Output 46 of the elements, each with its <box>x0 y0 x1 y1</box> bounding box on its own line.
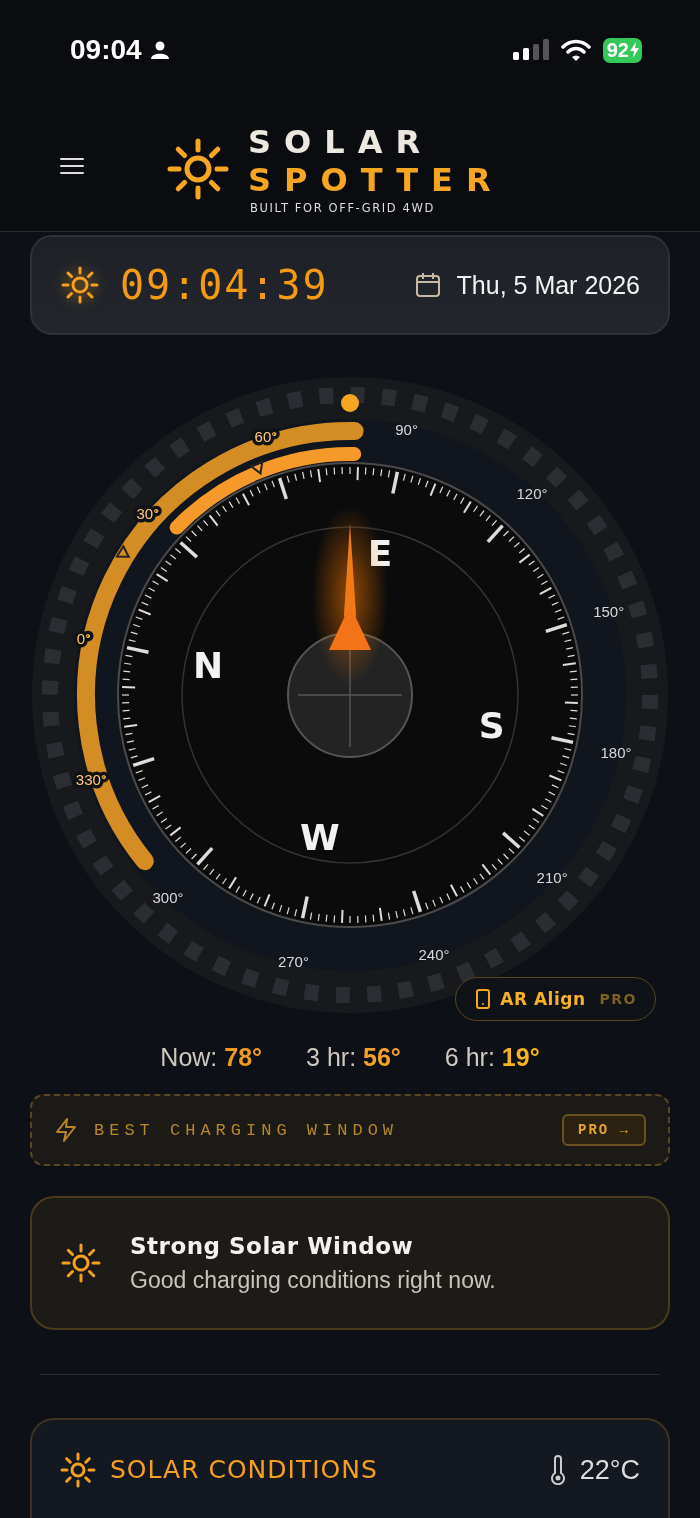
elevation-forecast: 3 hr: 56° <box>306 1043 401 1072</box>
sun-icon <box>60 265 100 305</box>
degree-label: 90° <box>395 420 418 438</box>
sun-icon <box>166 136 230 201</box>
logo-title: SPOTTER <box>248 160 504 199</box>
best-window-label: BEST CHARGING WINDOW <box>94 1120 399 1140</box>
clock-time: 09:04:39 <box>120 262 329 308</box>
signal-icon <box>512 39 549 61</box>
phone-icon <box>476 989 491 1009</box>
alert-title: Strong Solar Window <box>130 1232 415 1259</box>
degree-label: 120° <box>516 484 548 502</box>
person-icon <box>149 40 170 60</box>
cardinal-label: E <box>367 533 393 575</box>
date-text: Thu, 5 Mar 2026 <box>456 270 640 300</box>
degree-label: 300° <box>152 889 184 907</box>
battery-indicator: 92 <box>602 37 642 63</box>
best-window-banner[interactable]: BEST CHARGING WINDOW PRO → <box>30 1094 670 1166</box>
sun-icon <box>60 1452 96 1488</box>
logo-title: SOLAR <box>248 122 435 161</box>
sun-dot <box>341 394 359 412</box>
temperature-text: 22°C <box>579 1454 640 1487</box>
cardinal-label: S <box>478 705 505 747</box>
sun-icon <box>60 1242 102 1284</box>
elevation-forecast: Now: 78° <box>160 1043 263 1072</box>
degree-label: 150° <box>593 602 625 620</box>
degree-label: 210° <box>536 869 568 886</box>
triangle-marker-icon <box>249 460 264 476</box>
pro-button[interactable]: PRO → <box>562 1114 646 1146</box>
degree-label: 240° <box>418 945 450 963</box>
cardinal-label: N <box>193 644 224 686</box>
ar-align-button[interactable]: AR Align PRO <box>455 977 656 1021</box>
triangle-marker-icon <box>115 544 131 558</box>
cardinal-label: W <box>300 816 340 858</box>
lightning-icon <box>54 1117 78 1143</box>
menu-icon[interactable] <box>60 156 84 175</box>
tagline: BUILT FOR OFF-GRID 4WD <box>250 200 436 215</box>
alert-message: Good charging conditions right now. <box>130 1266 496 1294</box>
thermometer-icon <box>549 1455 566 1485</box>
status-time: 09:04 <box>70 34 142 66</box>
elevation-forecast: 6 hr: 19° <box>444 1043 540 1072</box>
calendar-icon <box>414 272 441 298</box>
degree-label: 180° <box>600 743 632 761</box>
degree-label: 270° <box>277 953 309 971</box>
pro-label: PRO <box>599 991 637 1007</box>
conditions-title: SOLAR CONDITIONS <box>110 1454 378 1486</box>
wifi-icon <box>560 39 591 61</box>
